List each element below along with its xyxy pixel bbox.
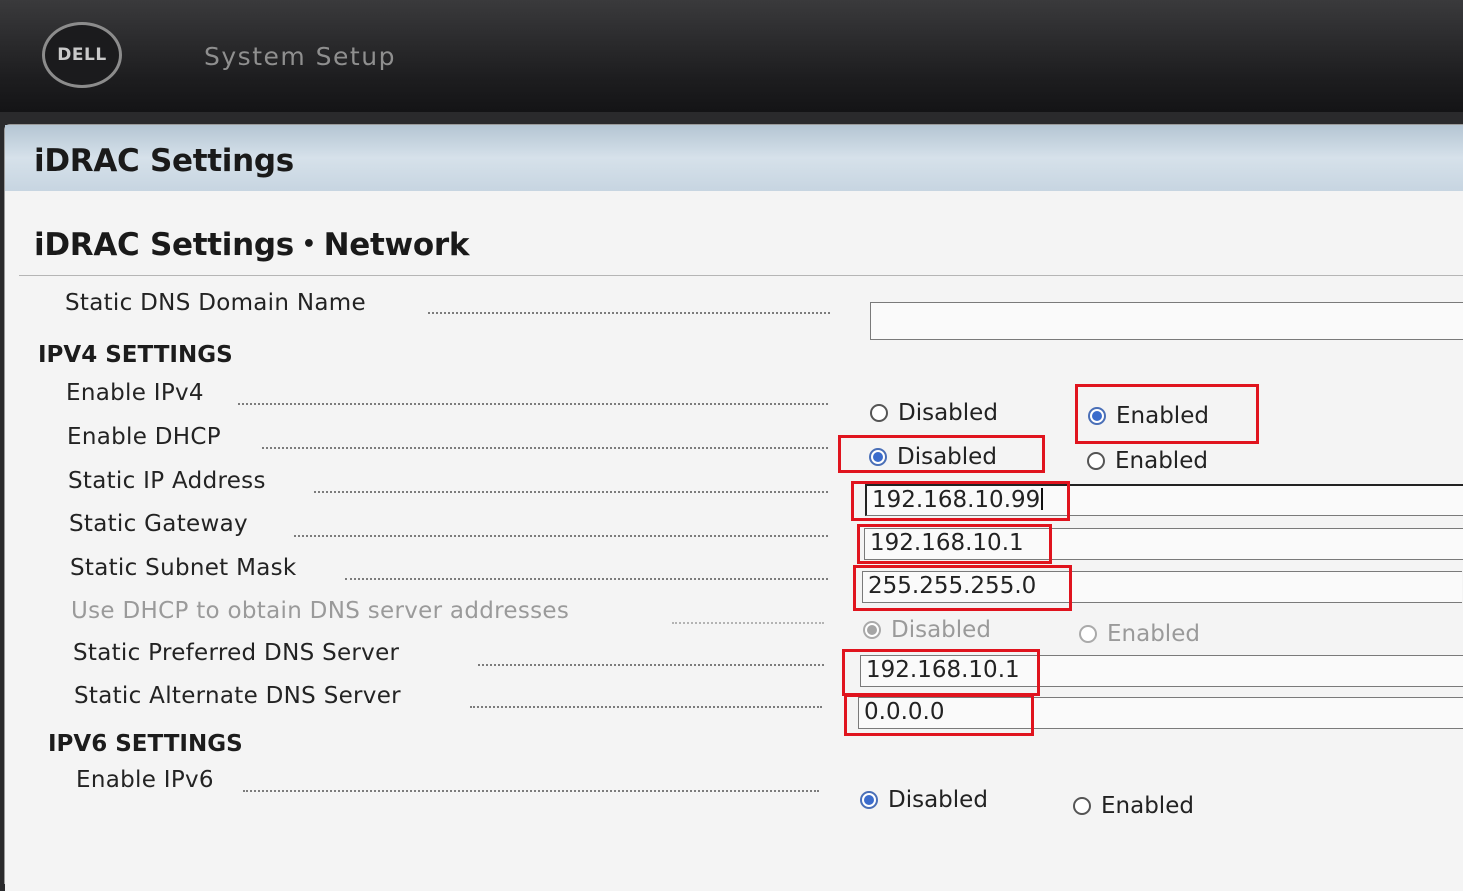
highlight-box (851, 481, 1070, 521)
leader-dots (428, 312, 830, 314)
breadcrumb-parent: iDRAC Settings (34, 227, 294, 263)
breadcrumb-current: Network (323, 227, 470, 263)
leader-dots (470, 706, 822, 708)
radio-selected-icon (860, 791, 878, 809)
preferred-dns-label: Static Preferred DNS Server (73, 640, 400, 666)
static-ip-label: Static IP Address (68, 468, 266, 494)
leader-dots (262, 447, 828, 449)
dhcp-dns-enabled-radio: Enabled (1079, 621, 1200, 647)
divider (19, 275, 1463, 276)
breadcrumb-separator: • (301, 232, 316, 257)
enable-ipv4-label: Enable IPv4 (66, 380, 204, 406)
dhcp-dns-label: Use DHCP to obtain DNS server addresses (71, 598, 570, 624)
ipv6-section-heading: IPV6 SETTINGS (48, 731, 243, 757)
radio-label: Enabled (1101, 793, 1194, 819)
static-gateway-label: Static Gateway (69, 511, 248, 537)
dns-domain-label: Static DNS Domain Name (65, 290, 366, 316)
enable-ipv4-disabled-radio[interactable]: Disabled (870, 400, 998, 426)
app-title: System Setup (204, 42, 396, 71)
radio-label: Disabled (898, 400, 998, 426)
highlight-box (838, 435, 1045, 473)
top-bar: DELL System Setup (0, 0, 1463, 112)
enable-ipv6-label: Enable IPv6 (76, 767, 214, 793)
radio-label: Disabled (888, 787, 988, 813)
panel-title: iDRAC Settings (34, 143, 294, 179)
enable-ipv6-disabled-radio[interactable]: Disabled (860, 787, 988, 813)
radio-label: Disabled (891, 617, 991, 643)
subnet-mask-label: Static Subnet Mask (70, 555, 297, 581)
leader-dots (478, 664, 824, 666)
highlight-box (842, 649, 1040, 696)
radio-label: Enabled (1115, 448, 1208, 474)
alternate-dns-label: Static Alternate DNS Server (74, 683, 401, 709)
leader-dots (314, 491, 828, 493)
dns-domain-input[interactable] (870, 302, 1463, 340)
leader-dots (238, 403, 828, 405)
leader-dots (294, 535, 828, 537)
highlight-box (1075, 384, 1259, 444)
highlight-box (853, 565, 1072, 611)
radio-selected-icon (863, 621, 881, 639)
enable-ipv6-enabled-radio[interactable]: Enabled (1073, 793, 1194, 819)
radio-label: Enabled (1107, 621, 1200, 647)
enable-dhcp-enabled-radio[interactable]: Enabled (1087, 448, 1208, 474)
dell-logo: DELL (42, 22, 122, 88)
breadcrumb: iDRAC Settings • Network (34, 227, 469, 263)
enable-dhcp-label: Enable DHCP (67, 424, 221, 450)
leader-dots (672, 622, 824, 624)
ipv4-section-heading: IPV4 SETTINGS (38, 342, 233, 368)
radio-unselected-icon (1079, 625, 1097, 643)
radio-unselected-icon (1073, 797, 1091, 815)
leader-dots (345, 578, 828, 580)
leader-dots (243, 790, 819, 792)
radio-unselected-icon (1087, 452, 1105, 470)
radio-unselected-icon (870, 404, 888, 422)
highlight-box (857, 524, 1052, 564)
highlight-box (844, 694, 1034, 736)
dhcp-dns-disabled-radio: Disabled (863, 617, 991, 643)
panel-header: iDRAC Settings (5, 125, 1463, 192)
